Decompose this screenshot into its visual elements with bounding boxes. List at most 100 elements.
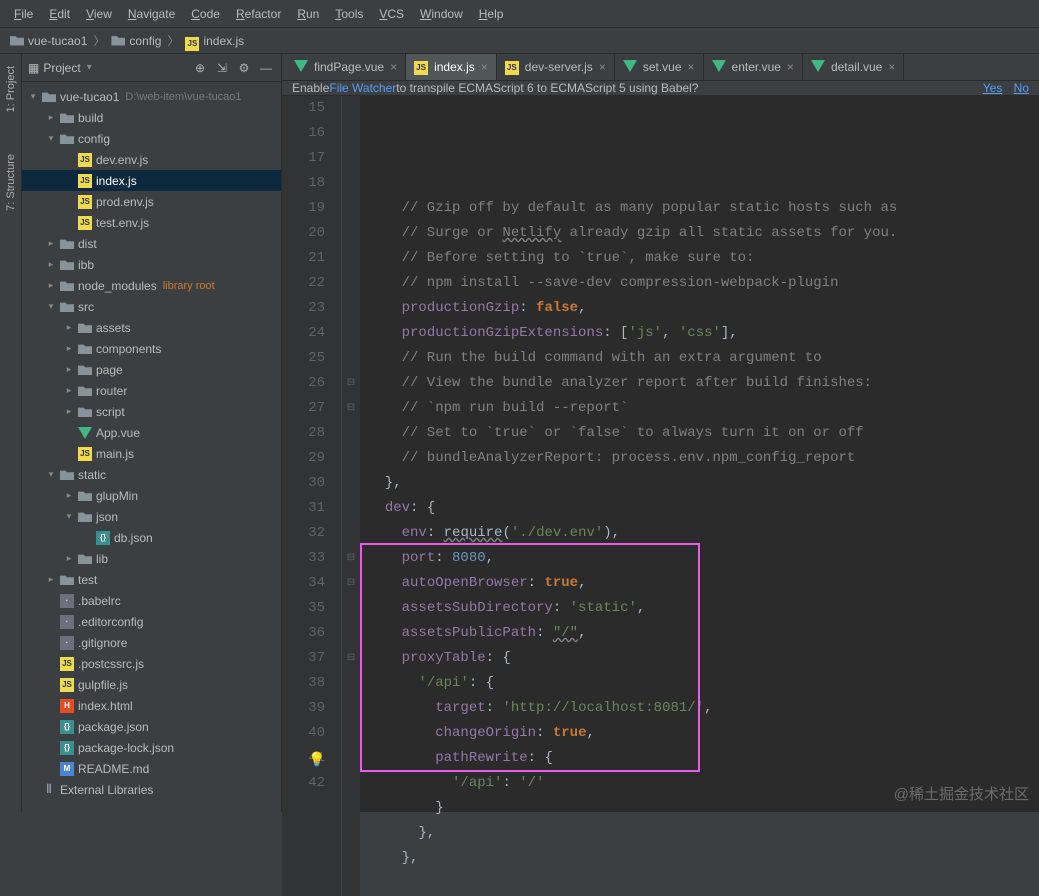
tree-node[interactable]: {}db.json [22,527,281,548]
code-line[interactable]: proxyTable: { [368,646,1039,671]
tree-node[interactable]: {}package.json [22,716,281,737]
tree-node[interactable]: page [22,359,281,380]
close-icon[interactable]: × [481,60,488,74]
code-line[interactable]: // `npm run build --report` [368,396,1039,421]
code-line[interactable]: assetsSubDirectory: 'static', [368,596,1039,621]
tree-node[interactable]: components [22,338,281,359]
breadcrumb-item[interactable]: config [109,34,163,48]
menu-refactor[interactable]: Refactor [228,3,289,25]
code-line[interactable]: // npm install --save-dev compression-we… [368,271,1039,296]
tree-node[interactable]: assets [22,317,281,338]
menu-file[interactable]: File [6,3,41,25]
editor-tab[interactable]: findPage.vue× [286,54,406,80]
menu-view[interactable]: View [78,3,120,25]
menu-help[interactable]: Help [471,3,512,25]
toolwindow-tab-structure[interactable]: 7: Structure [3,148,19,217]
code-line[interactable]: // bundleAnalyzerReport: process.env.npm… [368,446,1039,471]
code-line[interactable]: env: require('./dev.env'), [368,521,1039,546]
tree-node[interactable]: test [22,569,281,590]
project-dropdown-icon[interactable]: ▾ [87,62,92,73]
tree-node[interactable]: JSprod.env.js [22,191,281,212]
close-icon[interactable]: × [787,60,794,74]
tree-node[interactable]: vue-tucao1D:\web-item\vue-tucao1 [22,86,281,107]
code-line[interactable]: }, [368,846,1039,871]
watermark: @稀土掘金技术社区 [894,783,1029,804]
notice-no-link[interactable]: No [1014,81,1029,95]
tree-node[interactable]: node_moduleslibrary root [22,275,281,296]
close-icon[interactable]: × [390,60,397,74]
tree-node[interactable]: lib [22,548,281,569]
code-line[interactable]: target: 'http://localhost:8081/', [368,696,1039,721]
menu-tools[interactable]: Tools [327,3,371,25]
menu-run[interactable]: Run [289,3,327,25]
code-line[interactable]: changeOrigin: true, [368,721,1039,746]
code-line[interactable]: // Surge or Netlify already gzip all sta… [368,221,1039,246]
editor-tab[interactable]: enter.vue× [704,54,803,80]
tree-node[interactable]: ⫴External Libraries [22,779,281,800]
code-line[interactable]: pathRewrite: { [368,746,1039,771]
tree-node[interactable]: glupMin [22,485,281,506]
tree-node[interactable]: JSindex.js [22,170,281,191]
breadcrumb-item[interactable]: JSindex.js [183,34,246,48]
tree-node[interactable]: dist [22,233,281,254]
tree-node[interactable]: json [22,506,281,527]
settings-gear-icon[interactable]: ⚙ [235,59,253,77]
menu-code[interactable]: Code [183,3,228,25]
intention-bulb-icon[interactable]: 💡 [308,749,325,774]
code-line[interactable]: productionGzipExtensions: ['js', 'css'], [368,321,1039,346]
project-tree[interactable]: vue-tucao1D:\web-item\vue-tucao1buildcon… [22,82,281,812]
code-line[interactable]: }, [368,471,1039,496]
collapse-all-icon[interactable]: ⇲ [213,59,231,77]
tree-node[interactable]: ·.editorconfig [22,611,281,632]
editor-tab[interactable]: detail.vue× [803,54,904,80]
editor-tab[interactable]: JSindex.js× [406,54,497,80]
notice-yes-link[interactable]: Yes [983,81,1003,95]
hide-panel-icon[interactable]: — [257,59,275,77]
tree-node[interactable]: config [22,128,281,149]
locate-icon[interactable]: ⊕ [191,59,209,77]
close-icon[interactable]: × [599,60,606,74]
tree-node[interactable]: ibb [22,254,281,275]
tree-node[interactable]: App.vue [22,422,281,443]
code-editor[interactable]: 1516171819202122232425262728293031323334… [282,96,1039,896]
code-line[interactable]: port: 8080, [368,546,1039,571]
tree-node[interactable]: JSmain.js [22,443,281,464]
menu-navigate[interactable]: Navigate [120,3,183,25]
code-line[interactable]: autoOpenBrowser: true, [368,571,1039,596]
tree-node[interactable]: ·.babelrc [22,590,281,611]
tree-node[interactable]: build [22,107,281,128]
menu-window[interactable]: Window [412,3,471,25]
menu-vcs[interactable]: VCS [371,3,412,25]
tree-node[interactable]: JSdev.env.js [22,149,281,170]
editor-tab[interactable]: JSdev-server.js× [497,54,615,80]
code-line[interactable]: // Before setting to `true`, make sure t… [368,246,1039,271]
tree-node[interactable]: router [22,380,281,401]
tree-node[interactable]: JS.postcssrc.js [22,653,281,674]
toolwindow-tab-project[interactable]: 1: Project [3,60,19,118]
tree-node[interactable]: {}package-lock.json [22,737,281,758]
file-watcher-link[interactable]: File Watcher [329,81,396,95]
tree-node[interactable]: ·.gitignore [22,632,281,653]
tree-node[interactable]: JStest.env.js [22,212,281,233]
tree-node[interactable]: script [22,401,281,422]
close-icon[interactable]: × [888,60,895,74]
code-line[interactable]: // Set to `true` or `false` to always tu… [368,421,1039,446]
code-line[interactable]: // View the bundle analyzer report after… [368,371,1039,396]
code-line[interactable]: assetsPublicPath: "/", [368,621,1039,646]
editor-tab[interactable]: set.vue× [615,54,704,80]
close-icon[interactable]: × [688,60,695,74]
menu-edit[interactable]: Edit [41,3,78,25]
tree-node[interactable]: Hindex.html [22,695,281,716]
code-line[interactable]: productionGzip: false, [368,296,1039,321]
tree-node[interactable]: JSgulpfile.js [22,674,281,695]
code-line[interactable]: '/api': { [368,671,1039,696]
code-line[interactable]: }, [368,821,1039,846]
code-line[interactable]: // Gzip off by default as many popular s… [368,196,1039,221]
code-line[interactable] [368,871,1039,896]
code-line[interactable]: dev: { [368,496,1039,521]
tree-node[interactable]: src [22,296,281,317]
code-line[interactable]: // Run the build command with an extra a… [368,346,1039,371]
breadcrumb-item[interactable]: vue-tucao1 [8,34,89,48]
tree-node[interactable]: MREADME.md [22,758,281,779]
tree-node[interactable]: static [22,464,281,485]
